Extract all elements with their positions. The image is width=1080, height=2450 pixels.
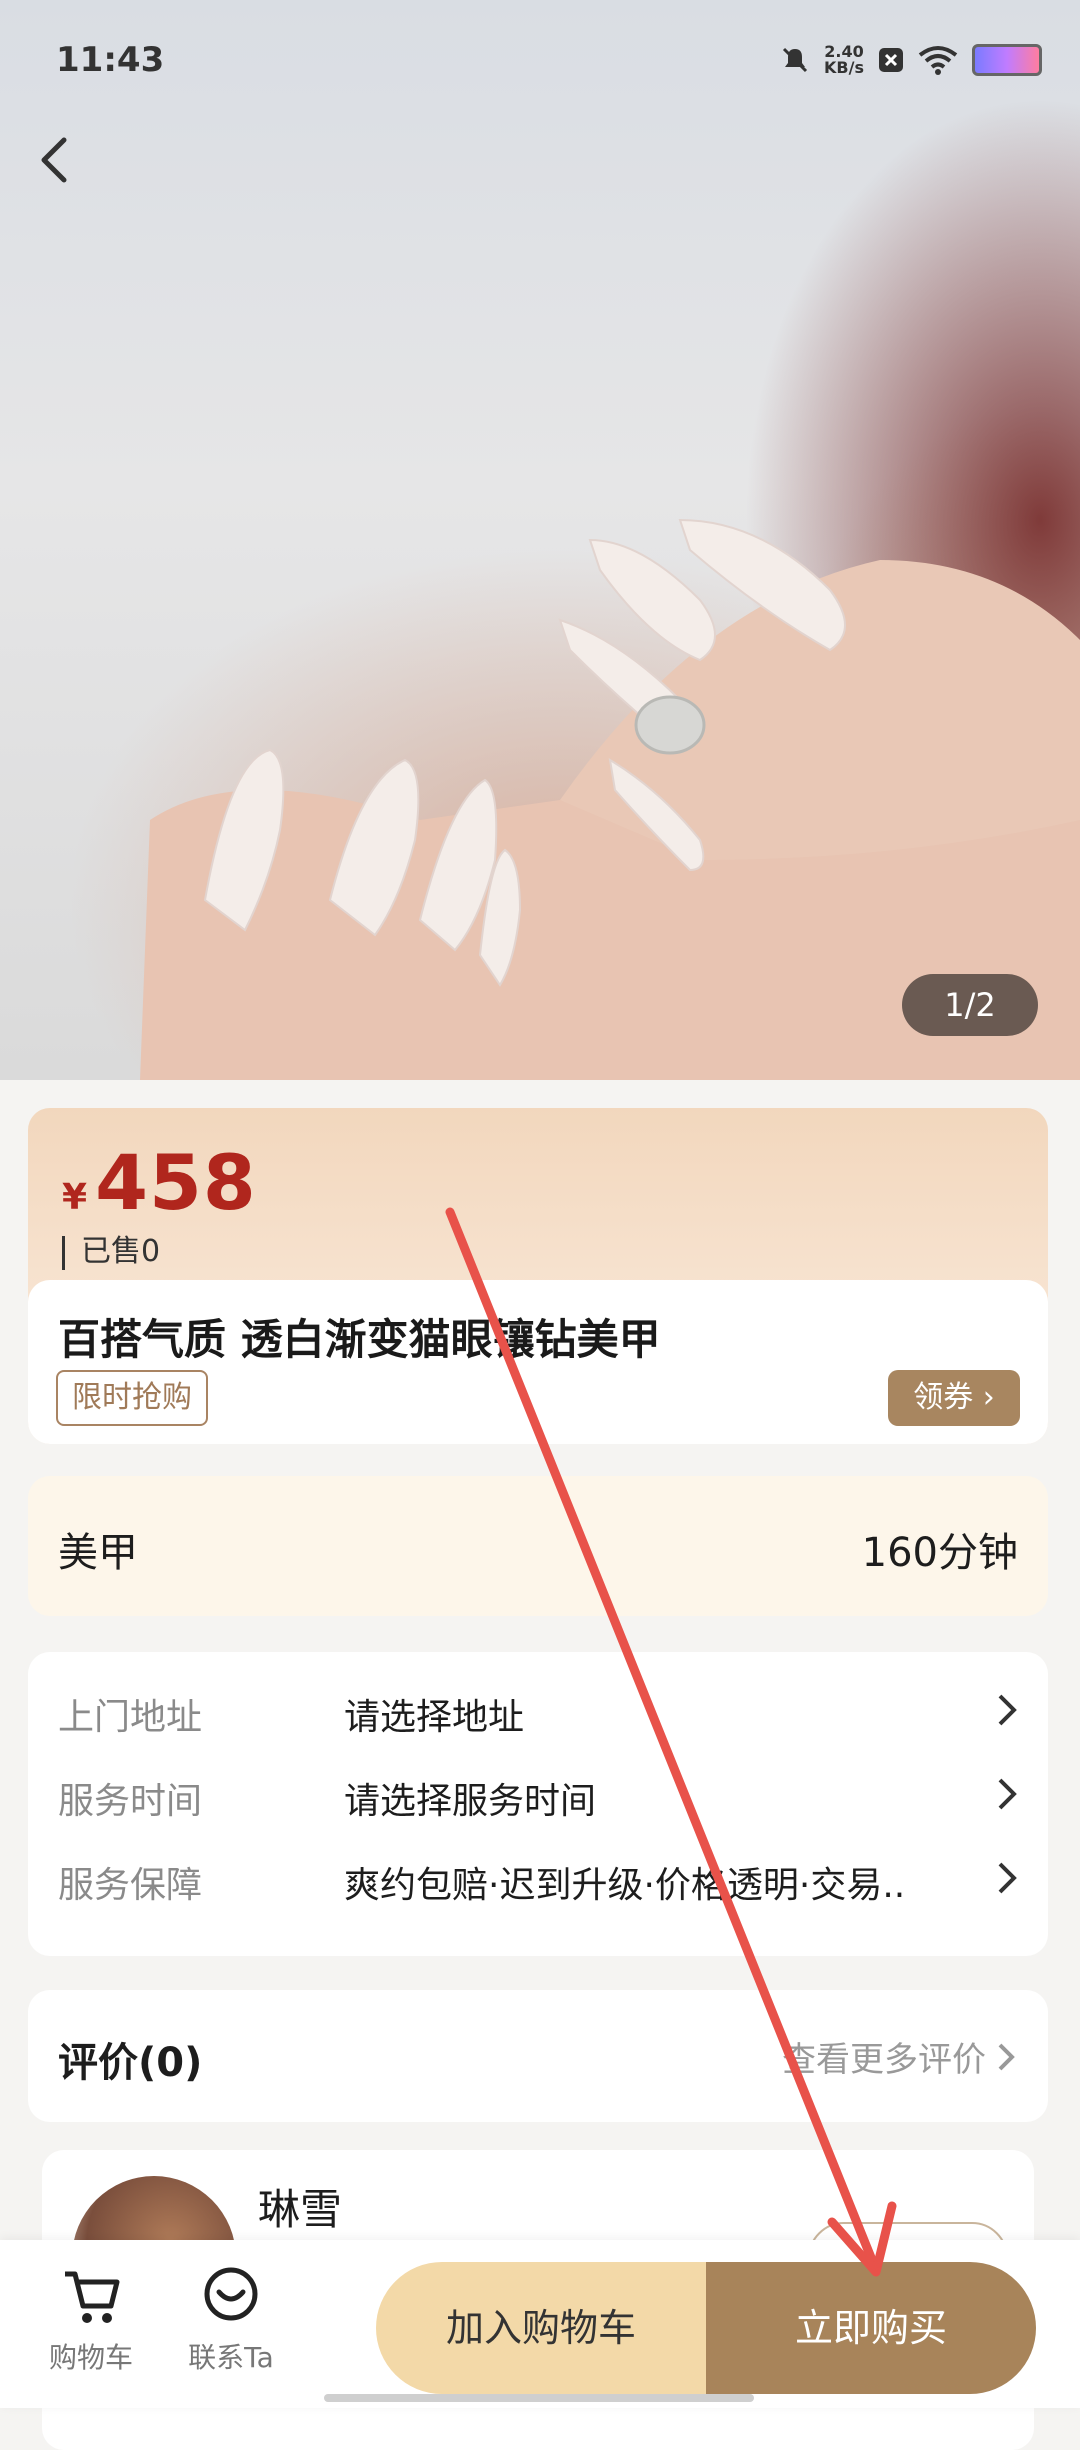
chevron-right-icon — [998, 1778, 1017, 1810]
address-label: 上门地址 — [58, 1697, 203, 1738]
chevron-right-icon — [998, 1694, 1017, 1726]
status-time: 11:43 — [56, 40, 165, 80]
address-value: 请选择地址 — [344, 1697, 525, 1738]
wifi-icon — [918, 46, 958, 75]
get-coupon-button[interactable]: 领券 › — [888, 1370, 1020, 1426]
service-time-row[interactable]: 服务时间 请选择服务时间 — [28, 1758, 1048, 1828]
price-value: 458 — [95, 1138, 257, 1227]
home-indicator — [324, 2394, 754, 2402]
chevron-right-icon — [998, 2043, 1015, 2070]
booking-info-card: 上门地址 请选择地址 服务时间 请选择服务时间 服务保障 爽约包赔·迟到升级·价… — [28, 1652, 1048, 1956]
product-image-gallery[interactable]: 11:43 2.40 KB/s 1/2 — [0, 0, 1080, 1080]
status-icons: 2.40 KB/s — [780, 44, 1042, 76]
network-speed: 2.40 KB/s — [824, 42, 864, 77]
sold-count: 已售0 — [62, 1226, 160, 1270]
battery-icon — [972, 44, 1042, 76]
chevron-right-icon — [998, 1862, 1017, 1894]
add-to-cart-button[interactable]: 加入购物车 — [376, 2262, 706, 2394]
product-photo — [140, 518, 1080, 1080]
service-type-card: 美甲 160分钟 — [28, 1476, 1048, 1616]
service-guarantee-value: 爽约包赔·迟到升级·价格透明·交易.. — [344, 1865, 906, 1906]
reviews-card: 评价(0) 查看更多评价 — [28, 1990, 1048, 2122]
cart-tab[interactable]: 购物车 — [36, 2264, 146, 2376]
product-title: 百搭气质 透白渐变猫眼镶钻美甲 — [58, 1315, 661, 1364]
service-name: 美甲 — [58, 1530, 138, 1576]
more-reviews-link[interactable]: 查看更多评价 — [782, 2032, 1018, 2081]
service-time-value: 请选择服务时间 — [344, 1781, 597, 1822]
flash-sale-tag: 限时抢购 — [56, 1370, 208, 1426]
title-panel: 百搭气质 透白渐变猫眼镶钻美甲 限时抢购 领券 › — [28, 1280, 1048, 1444]
artist-name: 琳雪 — [258, 2185, 343, 2234]
service-duration: 160分钟 — [861, 1530, 1018, 1576]
shopping-cart-icon — [65, 2271, 120, 2323]
price: ¥ 458 — [62, 1138, 257, 1227]
image-counter: 1/2 — [902, 974, 1038, 1036]
reviews-title: 评价(0) — [58, 2040, 203, 2086]
address-row[interactable]: 上门地址 请选择地址 — [28, 1674, 1048, 1744]
contact-label: 联系Ta — [188, 2341, 274, 2374]
price-card: ¥ 458 已售0 百搭气质 透白渐变猫眼镶钻美甲 限时抢购 领券 › — [28, 1108, 1048, 1444]
mute-bell-icon — [782, 47, 808, 73]
currency-symbol: ¥ — [62, 1177, 88, 1218]
service-guarantee-row[interactable]: 服务保障 爽约包赔·迟到升级·价格透明·交易.. — [28, 1842, 1048, 1912]
contact-tab[interactable]: 联系Ta — [176, 2264, 286, 2376]
bottom-action-bar: 购物车 联系Ta 加入购物车 立即购买 — [0, 2240, 1080, 2408]
notification-x-icon — [879, 48, 903, 72]
back-arrow-icon[interactable] — [34, 132, 74, 188]
service-time-label: 服务时间 — [58, 1781, 203, 1822]
cart-label: 购物车 — [48, 2341, 133, 2374]
buy-now-button[interactable]: 立即购买 — [706, 2262, 1036, 2394]
service-guarantee-label: 服务保障 — [58, 1865, 203, 1906]
chat-smile-icon — [204, 2267, 258, 2321]
